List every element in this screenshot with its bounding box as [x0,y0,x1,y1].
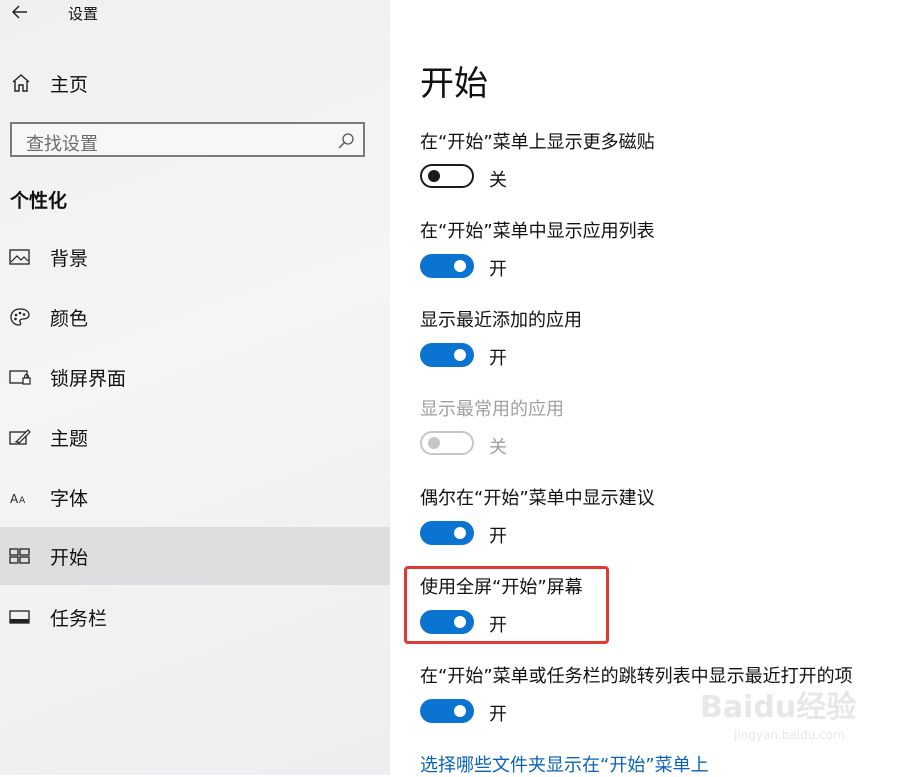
toggle-app-list[interactable] [420,254,474,278]
picture-icon [9,249,30,265]
font-icon: A A [10,492,26,506]
sidebar-item-fonts[interactable]: A A 字体 [0,468,390,526]
main-content: 开始 在“开始”菜单上显示更多磁贴 关 在“开始”菜单中显示应用列表 开 显示最… [390,0,910,777]
toggle-more-tiles[interactable] [420,164,474,188]
toggle-knob [428,170,440,182]
search-icon[interactable] [337,132,355,150]
palette-icon [10,308,30,326]
svg-text:A: A [19,496,26,506]
lock-screen-icon [9,370,31,385]
toggle-state-label: 开 [489,704,507,725]
toggle-knob [454,349,466,361]
home-nav-item[interactable]: 主页 [0,62,390,102]
setting-label-most-used: 显示最常用的应用 [420,399,564,420]
sidebar-item-label: 背景 [50,248,89,270]
sidebar-item-background[interactable]: 背景 [0,228,390,286]
toggle-state-label: 开 [489,259,507,280]
sidebar-item-start[interactable]: 开始 [0,527,390,585]
setting-label-suggestions: 偶尔在“开始”菜单中显示建议 [420,488,655,509]
sidebar-item-label: 任务栏 [50,608,108,630]
section-title-personalization: 个性化 [10,190,68,212]
toggle-state-label: 关 [489,437,507,458]
toggle-recent-jump-list[interactable] [420,699,474,723]
toggle-knob [454,260,466,272]
window-title: 设置 [68,5,99,23]
page-title: 开始 [420,64,488,104]
watermark-text: Baidu经验 [700,690,857,725]
toggle-state-label: 关 [489,170,507,191]
toggle-state-label: 开 [489,348,507,369]
sidebar: 设置 主页 查找设置 个性化 背景 颜色 锁屏界面 主题 A A 字体 开始 任… [0,0,390,775]
toggle-state-label: 开 [489,526,507,547]
toggle-knob [428,437,440,449]
setting-label-more-tiles: 在“开始”菜单上显示更多磁贴 [420,132,655,153]
home-icon [12,74,30,92]
taskbar-icon [9,610,30,624]
choose-folders-link[interactable]: 选择哪些文件夹显示在“开始”菜单上 [420,751,709,777]
watermark-sub: jingyan.baidu.com [734,728,845,742]
sidebar-item-themes[interactable]: 主题 [0,408,390,466]
sidebar-item-label: 字体 [50,488,89,510]
sidebar-item-label: 主题 [50,428,89,450]
toggle-suggestions[interactable] [420,521,474,545]
svg-text:A: A [10,492,19,506]
sidebar-item-label: 开始 [50,547,89,569]
search-settings-input[interactable]: 查找设置 [10,122,365,157]
sidebar-item-taskbar[interactable]: 任务栏 [0,588,390,646]
sidebar-item-colors[interactable]: 颜色 [0,288,390,346]
back-arrow-icon [11,5,27,19]
back-button[interactable] [8,0,32,24]
annotation-highlight-box [404,566,609,644]
search-placeholder: 查找设置 [26,134,98,155]
toggle-recently-added[interactable] [420,343,474,367]
baidu-watermark-logo: Baidu经验 jingyan.baidu.com [700,682,870,752]
start-layout-icon [9,548,30,564]
toggle-knob [454,527,466,539]
setting-label-app-list: 在“开始”菜单中显示应用列表 [420,221,655,242]
setting-label-recently-added: 显示最近添加的应用 [420,310,582,331]
toggle-knob [454,705,466,717]
theme-brush-icon [9,429,31,445]
toggle-most-used[interactable] [420,431,474,455]
sidebar-item-label: 颜色 [50,308,89,330]
home-label: 主页 [50,74,89,96]
title-bar: 设置 [0,0,390,28]
sidebar-item-label: 锁屏界面 [50,368,127,390]
sidebar-item-lock-screen[interactable]: 锁屏界面 [0,348,390,406]
